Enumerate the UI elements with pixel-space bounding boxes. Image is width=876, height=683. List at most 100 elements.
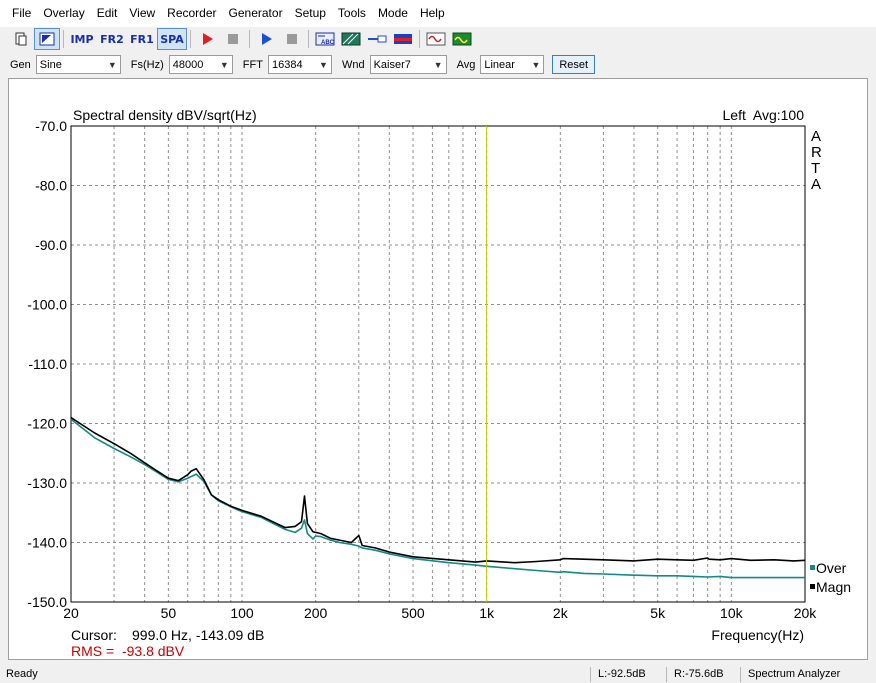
y-tick-label: -70.0: [35, 118, 67, 134]
stop-play-button[interactable]: [279, 28, 305, 50]
status-left-level: L:-92.5dB: [598, 668, 646, 680]
gen-select[interactable]: Sine ▼: [35, 55, 121, 74]
avg-value: Linear: [484, 58, 515, 71]
green-wave-icon: [452, 32, 472, 46]
green-wave-button[interactable]: [449, 28, 475, 50]
pointer-button[interactable]: [34, 28, 60, 50]
menu-overlay[interactable]: Overlay: [37, 0, 90, 27]
link-button[interactable]: [364, 28, 390, 50]
y-tick-label: -80.0: [35, 178, 67, 194]
y-tick-label: -140.0: [27, 535, 67, 551]
y-tick-label: -130.0: [27, 475, 67, 491]
fs-select[interactable]: 48000 ▼: [168, 55, 233, 74]
fft-value: 16384: [271, 58, 303, 71]
stop-icon: [228, 34, 238, 44]
status-separator: [590, 667, 591, 682]
plot-panel[interactable]: 20 50 100 200 500 1k 2k 5k 10k 20k -70.0 -80.0 -90.0…: [8, 78, 868, 660]
status-mode: Spectrum Analyzer: [748, 668, 841, 680]
status-separator: [740, 667, 741, 682]
reset-button[interactable]: Reset: [552, 55, 596, 74]
chevron-down-icon: ▼: [433, 60, 443, 70]
brand-letter-r: R: [811, 144, 822, 161]
brand-letter-a1: A: [811, 128, 821, 145]
legend-magn-swatch: [810, 584, 815, 589]
menu-recorder[interactable]: Recorder: [161, 0, 222, 27]
wnd-value: Kaiser7: [373, 58, 411, 71]
spectrum-chart[interactable]: 20 50 100 200 500 1k 2k 5k 10k 20k-70.0-80.0-90.0…: [9, 79, 867, 659]
fft-select[interactable]: 16384 ▼: [267, 55, 332, 74]
record-icon: [203, 33, 213, 45]
rms-readout: RMS = -93.8 dBV: [71, 643, 185, 659]
fr2-button[interactable]: FR2: [97, 28, 127, 50]
x-axis-label: Frequency(Hz): [711, 627, 804, 643]
text-abc-icon: ABC: [315, 32, 335, 46]
y-tick-label: -120.0: [27, 416, 67, 432]
toolbar-separator: [63, 30, 64, 48]
cursor-readout: 999.0 Hz, -143.09 dB: [132, 627, 264, 643]
avg-label: Avg: [456, 58, 476, 71]
pattern-button[interactable]: [338, 28, 364, 50]
y-tick-label: -90.0: [35, 237, 67, 253]
text-abc-button[interactable]: ABC: [312, 28, 338, 50]
series-line-over: [70, 418, 805, 579]
menu-view[interactable]: View: [123, 0, 161, 27]
x-tick-label: 20k: [794, 605, 818, 621]
stop-record-button[interactable]: [220, 28, 246, 50]
fft-label: FFT: [242, 58, 263, 71]
play-icon: [262, 33, 272, 45]
gen-label: Gen: [10, 58, 31, 71]
toolbar-separator: [308, 30, 309, 48]
new-doc-button[interactable]: [8, 28, 34, 50]
y-tick-label: -100.0: [27, 297, 67, 313]
y-tick-label: -150.0: [27, 594, 67, 610]
brand-letter-t: T: [811, 160, 820, 177]
wnd-select[interactable]: Kaiser7 ▼: [369, 55, 447, 74]
record-button[interactable]: [194, 28, 220, 50]
x-tick-label: 5k: [650, 605, 666, 621]
brand-letter-a2: A: [811, 176, 821, 193]
menu-mode[interactable]: Mode: [372, 0, 414, 27]
control-bar: Gen Sine ▼ Fs(Hz) 48000 ▼ FFT 16384 ▼ Wn…: [0, 52, 876, 77]
toolbar-separator: [419, 30, 420, 48]
toolbar: IMP FR2 FR1 SPA ABC: [0, 27, 876, 51]
status-bar: Ready L:-92.5dB R:-75.6dB Spectrum Analy…: [0, 666, 876, 683]
legend-over-swatch: [810, 565, 815, 570]
channel-avg-label: Left Avg:100: [723, 107, 805, 123]
legend-over-label: Over: [816, 560, 847, 576]
fs-value: 48000: [172, 58, 204, 71]
menu-help[interactable]: Help: [414, 0, 451, 27]
meter-button[interactable]: [390, 28, 416, 50]
x-tick-label: 2k: [553, 605, 569, 621]
toolbar-separator: [249, 30, 250, 48]
plot-title: Spectral density dBV/sqrt(Hz): [73, 107, 257, 123]
legend-magn-label: Magn: [816, 579, 851, 595]
fr1-button[interactable]: FR1: [127, 28, 157, 50]
x-tick-label: 200: [304, 605, 328, 621]
fs-label: Fs(Hz): [130, 58, 164, 71]
avg-select[interactable]: Linear ▼: [480, 55, 545, 74]
cursor-label: Cursor:: [71, 627, 117, 643]
menu-edit[interactable]: Edit: [91, 0, 124, 27]
status-right-level: R:-75.6dB: [674, 668, 724, 680]
chevron-down-icon: ▼: [107, 60, 117, 70]
spa-button[interactable]: SPA: [157, 28, 187, 50]
pointer-icon: [39, 32, 55, 46]
menu-generator[interactable]: Generator: [223, 0, 289, 27]
menu-bar: File Overlay Edit View Recorder Generato…: [0, 0, 876, 27]
x-tick-label: 50: [161, 605, 177, 621]
gen-value: Sine: [39, 58, 62, 71]
menu-file[interactable]: File: [0, 0, 37, 27]
chevron-down-icon: ▼: [219, 60, 229, 70]
chevron-down-icon: ▼: [319, 60, 328, 70]
wnd-label: Wnd: [341, 58, 365, 71]
new-doc-icon: [15, 32, 27, 46]
imp-button[interactable]: IMP: [67, 28, 97, 50]
y-tick-label: -110.0: [28, 356, 67, 372]
menu-tools[interactable]: Tools: [332, 0, 372, 27]
x-tick-label: 100: [230, 605, 254, 621]
sine-wave-button[interactable]: [423, 28, 449, 50]
status-separator: [666, 667, 667, 682]
play-button[interactable]: [253, 28, 279, 50]
meter-icon: [394, 34, 412, 44]
menu-setup[interactable]: Setup: [289, 0, 332, 27]
